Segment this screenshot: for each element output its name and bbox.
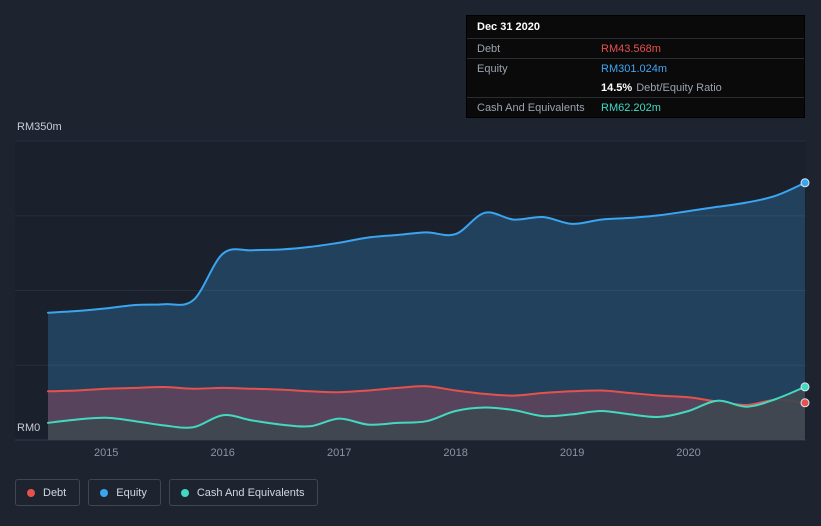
tooltip-ratio-percent: 14.5% [601, 81, 633, 94]
tooltip-ratio-row: 14.5% Debt/Equity Ratio [467, 78, 804, 98]
tooltip-debt-label: Debt [477, 42, 501, 55]
y-axis-label-top: RM350m [17, 121, 62, 133]
x-axis-tick-label: 2015 [94, 447, 118, 459]
tooltip-ratio-label: Debt/Equity Ratio [636, 81, 722, 94]
chart-tooltip: Dec 31 2020 Debt RM43.568m Equity RM301.… [466, 15, 805, 118]
cash-series-swatch [180, 488, 189, 497]
tooltip-equity-label: Equity [477, 62, 508, 75]
tooltip-date: Dec 31 2020 [467, 16, 804, 39]
tooltip-debt-value: RM43.568m [601, 42, 661, 55]
debt-endpoint-marker[interactable] [800, 398, 810, 408]
x-axis-tick-label: 2019 [560, 447, 584, 459]
legend-item-debt[interactable]: Debt [15, 479, 81, 506]
tooltip-cash-label: Cash And Equivalents [477, 101, 585, 114]
tooltip-ratio-value: 14.5% Debt/Equity Ratio [601, 82, 722, 94]
chart-legend: Debt Equity Cash And Equivalents [15, 479, 319, 506]
tooltip-equity-row: Equity RM301.024m [467, 59, 804, 78]
equity-endpoint-marker[interactable] [800, 178, 810, 188]
equity-series-swatch [100, 488, 109, 497]
legend-item-label: Cash And Equivalents [196, 486, 305, 499]
y-axis-label-bottom: RM0 [17, 422, 41, 434]
x-axis-tick-label: 2020 [676, 447, 700, 459]
cash-endpoint-marker[interactable] [800, 382, 810, 392]
legend-item-equity[interactable]: Equity [88, 479, 161, 506]
tooltip-cash-value: RM62.202m [601, 101, 661, 114]
debt-equity-history-chart: 2015 2016 2017 2018 2019 2020 RM350m RM0 Dec … [0, 0, 821, 526]
tooltip-equity-value: RM301.024m [601, 62, 668, 75]
legend-item-label: Equity [116, 486, 147, 499]
legend-item-cash[interactable]: Cash And Equivalents [168, 479, 319, 506]
legend-item-label: Debt [43, 486, 67, 499]
debt-series-swatch [27, 488, 35, 497]
x-axis-tick-label: 2017 [327, 447, 351, 459]
x-axis-tick-label: 2016 [210, 447, 234, 459]
tooltip-cash-row: Cash And Equivalents RM62.202m [467, 98, 804, 117]
tooltip-debt-row: Debt RM43.568m [467, 39, 804, 59]
x-axis-tick-label: 2018 [443, 447, 467, 459]
